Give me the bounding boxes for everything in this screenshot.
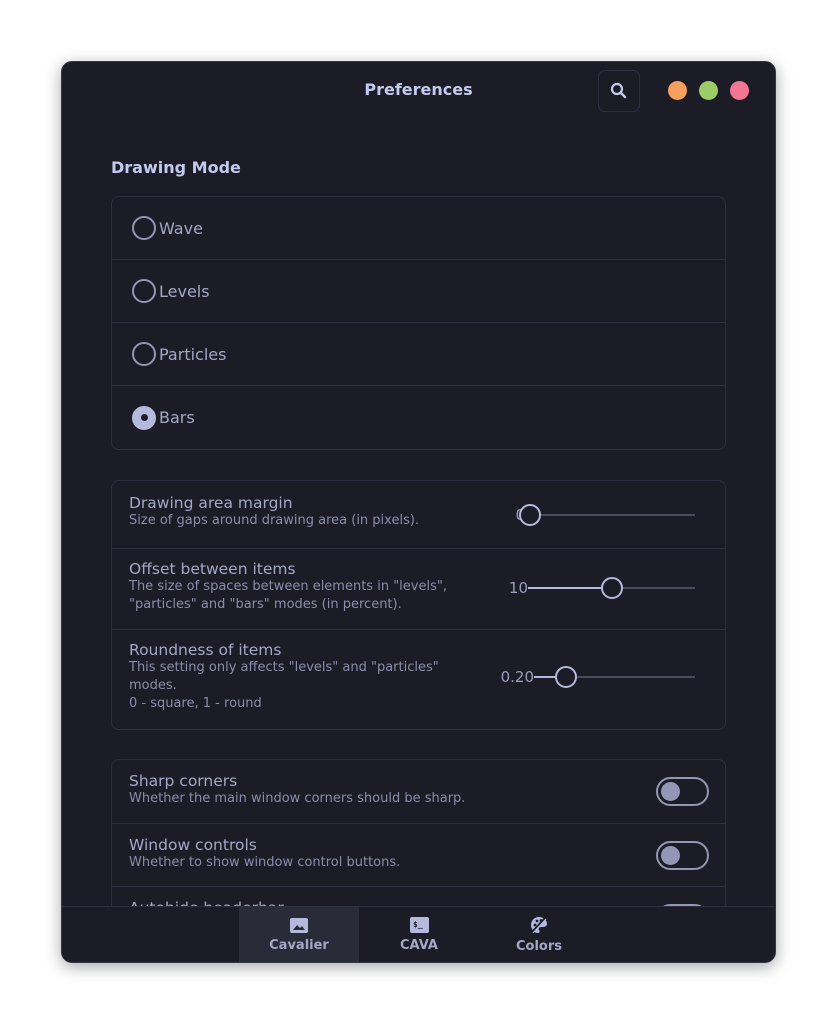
slider-knob[interactable] [600,577,623,599]
drawing-area-margin-slider[interactable]: 0 [515,504,695,526]
setting-title: Sharp corners [129,772,238,790]
setting-row-drawing-area-margin: Drawing area margin Size of gaps around … [112,481,725,549]
window-controls-switch[interactable] [656,841,709,870]
preferences-window: Preferences Drawing Mode Wave Levels Par [61,61,776,963]
search-icon [610,82,627,99]
setting-row-offset-between-items: Offset between items The size of spaces … [112,549,725,630]
radio-label: Wave [159,218,203,238]
slider-value: 10 [508,579,528,597]
slider-value: 0.20 [500,668,534,686]
radio-option-wave[interactable]: Wave [112,197,725,260]
radio-option-bars[interactable]: Bars [112,386,725,449]
setting-row-sharp-corners: Sharp corners Whether the main window co… [112,760,725,824]
radio-label: Particles [159,344,227,364]
radio-label: Bars [159,408,195,427]
offset-between-items-slider[interactable]: 10 [508,577,695,599]
close-button[interactable] [730,81,749,100]
radio-option-particles[interactable]: Particles [112,323,725,386]
tab-cavalier[interactable]: Cavalier [239,907,359,962]
preferences-content[interactable]: Drawing Mode Wave Levels Particles Bars … [62,120,775,908]
slider-track[interactable] [519,504,695,526]
tab-cava[interactable]: $_ CAVA [359,907,479,962]
radio-button[interactable] [132,216,156,240]
maximize-button[interactable] [699,81,718,100]
section-title-drawing-mode: Drawing Mode [111,158,241,177]
setting-subtitle: Whether the main window corners should b… [129,791,466,806]
svg-text:$_: $_ [413,920,423,929]
setting-row-window-controls: Window controls Whether to show window c… [112,824,725,887]
slider-knob[interactable] [519,504,541,526]
radio-button[interactable] [132,279,156,303]
setting-subtitle: Whether to show window control buttons. [129,855,401,870]
switch-settings-group: Sharp corners Whether the main window co… [111,759,726,908]
palette-icon [531,917,547,934]
slider-settings-group: Drawing area margin Size of gaps around … [111,480,726,730]
tab-colors[interactable]: Colors [479,907,599,962]
sharp-corners-switch[interactable] [656,777,709,806]
roundness-of-items-slider[interactable]: 0.20 [500,666,695,688]
setting-subtitle: This setting only affects "levels" and "… [129,660,439,711]
setting-row-autohide-headerbar: Autohide headerbar [112,887,725,908]
tab-label: CAVA [400,938,438,953]
terminal-icon: $_ [409,917,429,933]
slider-fill [528,587,612,589]
slider-knob[interactable] [555,666,578,688]
setting-title: Window controls [129,836,257,854]
minimize-button[interactable] [668,81,687,100]
slider-track[interactable] [528,577,695,599]
drawing-mode-group: Wave Levels Particles Bars [111,196,726,450]
slider-track[interactable] [534,666,695,688]
radio-button[interactable] [132,342,156,366]
search-button[interactable] [598,70,640,112]
tab-label: Cavalier [269,937,329,953]
view-switcher-bar: Cavalier $_ CAVA Colors [62,906,775,962]
setting-title: Roundness of items [129,641,282,659]
setting-row-roundness-of-items: Roundness of items This setting only aff… [112,630,725,729]
radio-option-levels[interactable]: Levels [112,260,725,323]
headerbar: Preferences [62,62,775,120]
radio-button[interactable] [132,405,156,430]
tab-label: Colors [515,939,562,954]
setting-subtitle: The size of spaces between elements in "… [129,579,447,612]
image-icon [290,917,308,933]
setting-title: Offset between items [129,560,296,578]
radio-label: Levels [159,281,210,301]
